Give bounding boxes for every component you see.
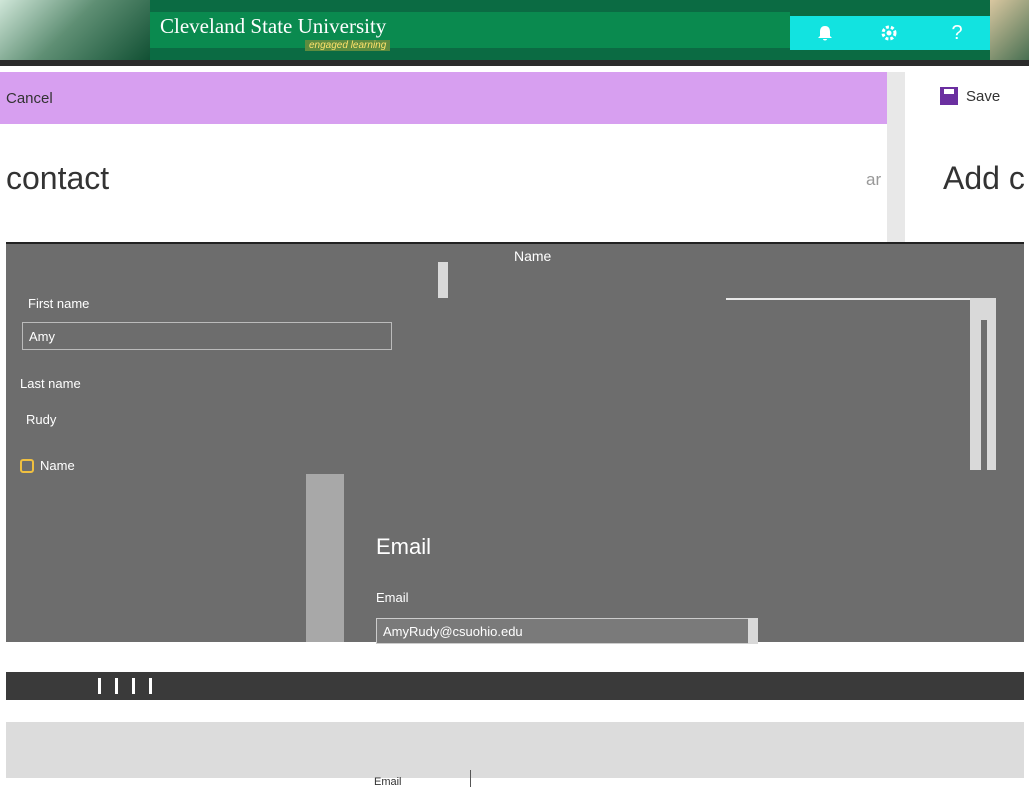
bottom-email-link[interactable]: Email: [374, 776, 402, 788]
email-input-edge: [748, 618, 758, 644]
save-button[interactable]: Save: [940, 87, 1000, 105]
help-glyph: ?: [951, 21, 963, 44]
first-name-label: First name: [28, 296, 90, 311]
tab-name[interactable]: Name: [514, 248, 551, 264]
pane-divider: [887, 72, 905, 242]
lower-field-left[interactable]: [48, 702, 584, 722]
tick-mark: [115, 678, 118, 694]
bottom-divider: [470, 770, 471, 787]
university-tagline: engaged learning: [305, 40, 391, 51]
panel-divider-line: [726, 298, 970, 300]
command-bar: [0, 72, 887, 124]
gear-icon[interactable]: [872, 16, 906, 50]
tick-mark: [149, 678, 152, 694]
panel-top-border: [6, 242, 1024, 244]
cancel-button[interactable]: Cancel: [6, 90, 53, 107]
partial-text-fragment: ar: [866, 170, 882, 189]
last-name-label: Last name: [20, 376, 81, 391]
lower-toolbar: [6, 672, 1024, 700]
last-name-value[interactable]: Rudy: [26, 412, 56, 427]
name-section-icon: [20, 458, 34, 473]
section-splitter: [306, 474, 344, 642]
site-banner: Cleveland State University engaged learn…: [0, 0, 1029, 66]
right-pane-title: Add c: [943, 160, 1025, 196]
lower-grey-area: [6, 722, 1024, 778]
email-section-heading: Email: [376, 534, 432, 559]
name-section-label: Name: [40, 458, 75, 473]
vertical-scrollbar-thumb[interactable]: [981, 320, 987, 470]
tick-mark: [98, 678, 101, 694]
lower-toolbar-ticks: [98, 678, 152, 694]
scroll-handle[interactable]: [438, 262, 448, 298]
email-label: Email: [376, 590, 409, 605]
tick-mark: [132, 678, 135, 694]
banner-decoration-left: [0, 0, 150, 66]
name-section-header[interactable]: Name: [20, 458, 75, 473]
first-name-input[interactable]: Amy: [22, 322, 392, 350]
help-icon[interactable]: ?: [940, 16, 974, 50]
contact-form-panel: Name First name Amy Last name Rudy Name …: [6, 242, 1024, 644]
bell-icon[interactable]: [808, 16, 842, 50]
lower-field-right[interactable]: [697, 702, 1024, 722]
save-label: Save: [966, 87, 1001, 105]
university-name[interactable]: Cleveland State University: [160, 14, 386, 39]
banner-decoration-right: [990, 0, 1029, 66]
email-input[interactable]: AmyRudy@csuohio.edu: [376, 618, 756, 644]
banner-bottom-line: [0, 60, 1029, 66]
page-title: contact: [6, 160, 110, 196]
save-disk-icon: [940, 87, 958, 105]
